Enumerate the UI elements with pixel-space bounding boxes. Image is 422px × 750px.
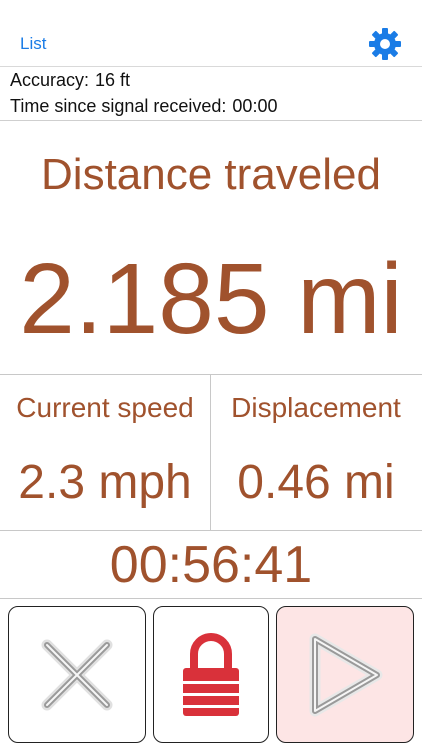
- distance-value: 2.185 mi: [19, 243, 403, 355]
- play-icon: [309, 633, 383, 716]
- speed-value: 2.3 mph: [18, 456, 192, 509]
- displacement-value: 0.46 mi: [237, 456, 395, 509]
- accuracy-value: 16 ft: [95, 70, 131, 90]
- signal-time-row: Time since signal received: 00:00: [10, 96, 277, 117]
- close-icon: [41, 639, 113, 710]
- lock-icon: [183, 632, 239, 716]
- signal-time-label: Time since signal received:: [10, 96, 227, 116]
- elapsed-time: 00:56:41: [109, 536, 313, 594]
- gear-icon[interactable]: [367, 26, 403, 62]
- navigation-bar: List: [0, 0, 422, 67]
- divider: [0, 598, 422, 599]
- displacement-label: Displacement: [231, 392, 401, 423]
- divider: [0, 374, 422, 375]
- gps-info-panel: Accuracy: 16 ft Time since signal receive…: [0, 66, 422, 121]
- start-button[interactable]: [276, 606, 414, 743]
- divider: [0, 530, 422, 531]
- list-button[interactable]: List: [20, 34, 46, 54]
- accuracy-row: Accuracy: 16 ft: [10, 70, 130, 91]
- accuracy-label: Accuracy:: [10, 70, 90, 90]
- speed-label: Current speed: [16, 392, 194, 423]
- distance-label: Distance traveled: [41, 150, 381, 199]
- lock-button[interactable]: [153, 606, 269, 743]
- reset-button[interactable]: [8, 606, 146, 743]
- signal-time-value: 00:00: [232, 96, 278, 116]
